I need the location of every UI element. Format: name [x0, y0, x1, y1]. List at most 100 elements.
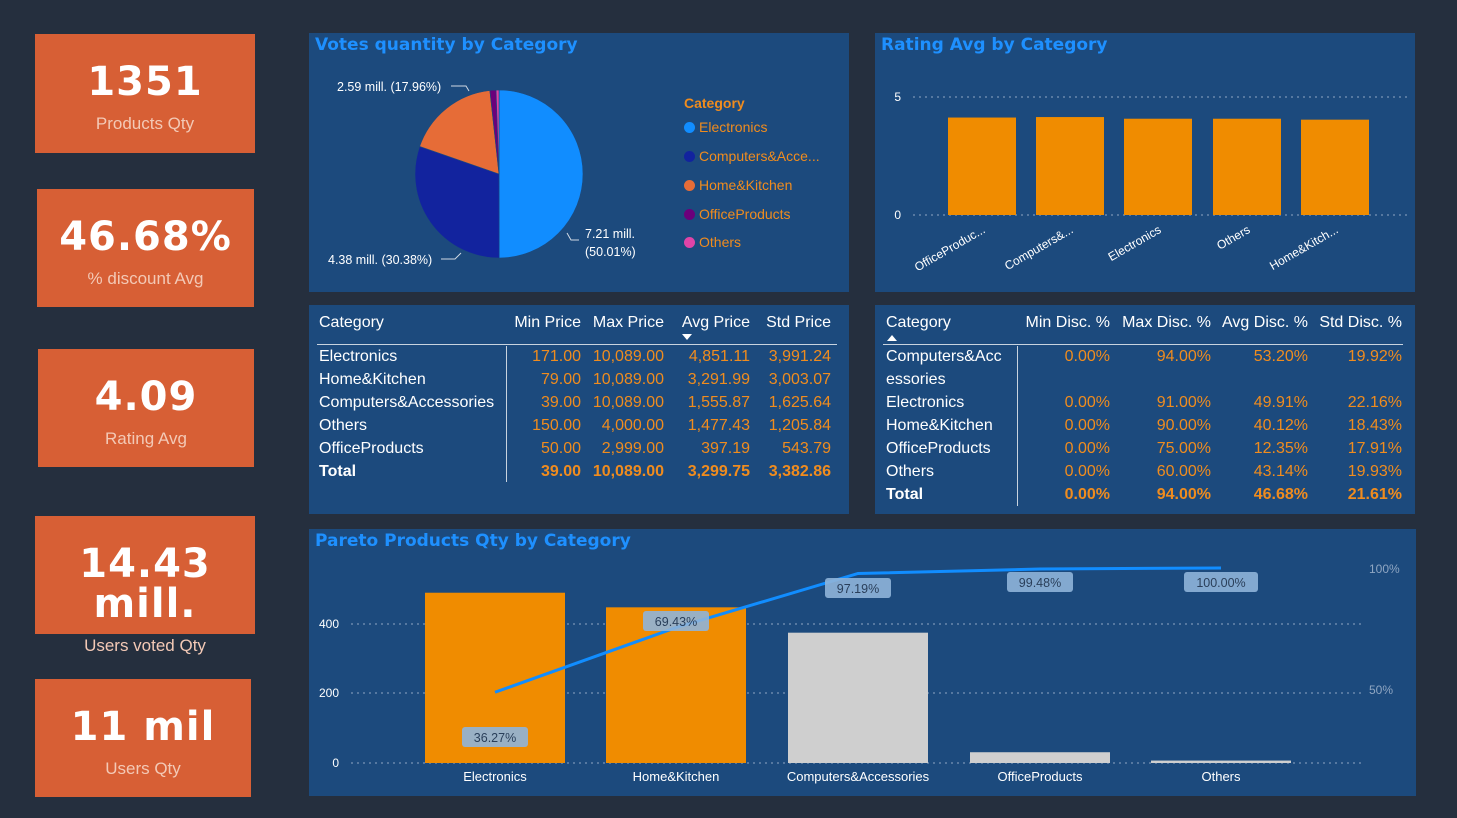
legend-item-home[interactable]: Home&Kitchen	[684, 177, 792, 193]
table-row[interactable]: Electronics 0.00% 91.00% 49.91% 22.16%	[875, 391, 1415, 414]
row-value: 79.00	[540, 371, 581, 388]
table-total-row: Total 0.00% 94.00% 46.68% 21.61%	[875, 483, 1415, 506]
price-table: Category Min Price Max Price Avg Price Std P…	[309, 305, 849, 514]
kpi-value: 14.43 mill.	[79, 541, 211, 627]
row-label: Others	[319, 417, 368, 434]
table-row[interactable]: Home&Kitchen 0.00% 90.00% 40.12% 18.43%	[875, 414, 1415, 437]
column-header: Max Price	[592, 314, 664, 331]
total-value: 0.00%	[1064, 486, 1110, 503]
row-value: 22.16%	[1347, 394, 1402, 411]
sort-ascending-icon[interactable]	[887, 335, 897, 341]
rating-bar	[1036, 117, 1104, 215]
column-header: Std Disc. %	[1319, 314, 1402, 331]
kpi-value: 46.68%	[59, 214, 232, 260]
pareto-data-label: 69.43%	[655, 615, 697, 629]
pareto-xtick: Others	[1201, 769, 1241, 784]
column-header: Max Disc. %	[1122, 314, 1211, 331]
rating-bar	[1124, 118, 1192, 215]
pie-leader-electronics	[566, 232, 579, 241]
row-value: 2,999.00	[601, 440, 664, 457]
row-value: 17.91%	[1347, 440, 1402, 457]
legend-item-office[interactable]: OfficeProducts	[684, 206, 791, 222]
pie-label-computers: 4.38 mill. (30.38%)	[328, 253, 432, 267]
row-value: 150.00	[532, 417, 581, 434]
kpi-label: % discount Avg	[87, 269, 204, 288]
row-label: Computers&Accessories	[319, 394, 495, 411]
table-header-row: Category Min Price Max Price Avg Price Std P…	[309, 311, 849, 334]
pareto-svg: 400 200 0 100% 50% 36.27% 69.43% 97.19% 99.…	[319, 562, 1400, 784]
kpi-users-qty: 11 mil Users Qty	[35, 679, 251, 797]
row-value: 90.00%	[1156, 417, 1211, 434]
table-row[interactable]: Home&Kitchen 79.00 10,089.00 3,291.99 3,003.…	[309, 368, 849, 391]
row-label: essories	[886, 371, 946, 388]
row-value: 10,089.00	[592, 348, 664, 365]
total-label: Total	[319, 463, 357, 480]
pie-label-electronics-pct: (50.01%)	[585, 245, 636, 259]
pareto-bar	[788, 632, 928, 763]
row-value: 1,205.84	[768, 417, 831, 434]
row-value: 19.93%	[1347, 463, 1402, 480]
legend-label: Electronics	[699, 119, 768, 135]
table-row[interactable]: Others 150.00 4,000.00 1,477.43 1,205.84	[309, 414, 849, 437]
pareto-panel: Pareto Products Qty by Category 400 200 …	[309, 529, 1416, 796]
pie-leader-computers	[441, 252, 462, 260]
row-label: OfficeProducts	[886, 440, 991, 457]
discount-table: Category Min Disc. % Max Disc. % Avg Disc. …	[875, 305, 1415, 514]
legend-item-electronics[interactable]: Electronics	[684, 119, 767, 135]
kpi-rating-avg: 4.09 Rating Avg	[38, 349, 254, 467]
row-value: 39.00	[540, 394, 581, 411]
discount-table-panel: Category Min Disc. % Max Disc. % Avg Disc. …	[875, 305, 1415, 514]
legend-dot	[684, 151, 695, 162]
row-label: Others	[886, 463, 935, 480]
rating-xtick: Computers&...	[1002, 222, 1075, 272]
row-value: 0.00%	[1064, 463, 1110, 480]
total-value: 10,089.00	[592, 463, 664, 480]
pareto-bar	[970, 752, 1110, 763]
column-header: Avg Price	[681, 314, 750, 331]
row-value: 543.79	[782, 440, 831, 457]
legend-item-others[interactable]: Others	[684, 234, 741, 250]
row-label: Home&Kitchen	[319, 371, 426, 388]
pareto-xtick: Electronics	[463, 769, 527, 784]
legend-item-computers[interactable]: Computers&Acce...	[684, 148, 820, 164]
total-value: 3,299.75	[687, 463, 750, 480]
kpi-value: 1351	[87, 59, 203, 105]
rating-ytick-0: 0	[894, 208, 901, 222]
row-value: 0.00%	[1064, 417, 1110, 434]
rating-ytick-5: 5	[894, 90, 901, 104]
row-value: 49.91%	[1253, 394, 1308, 411]
row-value: 3,991.24	[768, 348, 831, 365]
row-value: 0.00%	[1064, 394, 1110, 411]
price-table-panel: Category Min Price Max Price Avg Price Std P…	[309, 305, 849, 514]
rating-bar	[948, 117, 1016, 215]
pareto-data-label: 100.00%	[1196, 576, 1245, 590]
legend-dot	[684, 180, 695, 191]
kpi-label: Products Qty	[95, 114, 195, 133]
table-row[interactable]: Computers&Accessories 39.00 10,089.00 1,555…	[309, 391, 849, 414]
kpi-users-voted: 14.43 mill. Users voted Qty	[35, 516, 255, 655]
row-value: 40.12%	[1253, 417, 1308, 434]
table-row[interactable]: Electronics 171.00 10,089.00 4,851.11 3,991.…	[309, 345, 849, 368]
row-value: 1,555.87	[687, 394, 750, 411]
sort-descending-icon[interactable]	[682, 334, 692, 340]
kpi-products-qty: 1351 Products Qty	[35, 34, 255, 153]
rating-xtick: OfficeProduc...	[912, 222, 988, 274]
rating-bar-svg: 5 0 OfficeProduc... Computers&... Electron…	[894, 90, 1409, 274]
row-label: OfficeProducts	[319, 440, 424, 457]
row-value: 0.00%	[1064, 440, 1110, 457]
table-row[interactable]: OfficeProducts 0.00% 75.00% 12.35% 17.91%	[875, 437, 1415, 460]
pareto-y2tick-50: 50%	[1369, 683, 1393, 697]
pareto-y2tick-100: 100%	[1369, 562, 1400, 576]
kpi-label: Users Qty	[105, 759, 181, 778]
table-total-row: Total 39.00 10,089.00 3,299.75 3,382.86	[309, 460, 849, 483]
table-row[interactable]: essories	[875, 368, 1415, 391]
row-value: 10,089.00	[592, 394, 664, 411]
row-value: 94.00%	[1156, 348, 1211, 365]
table-row[interactable]: Computers&Acc 0.00% 94.00% 53.20% 19.92%	[875, 345, 1415, 368]
table-row[interactable]: OfficeProducts 50.00 2,999.00 397.19 543.79	[309, 437, 849, 460]
row-label: Electronics	[319, 348, 398, 365]
row-value: 1,477.43	[687, 417, 750, 434]
row-value: 171.00	[532, 348, 581, 365]
row-value: 4,000.00	[601, 417, 664, 434]
table-row[interactable]: Others 0.00% 60.00% 43.14% 19.93%	[875, 460, 1415, 483]
